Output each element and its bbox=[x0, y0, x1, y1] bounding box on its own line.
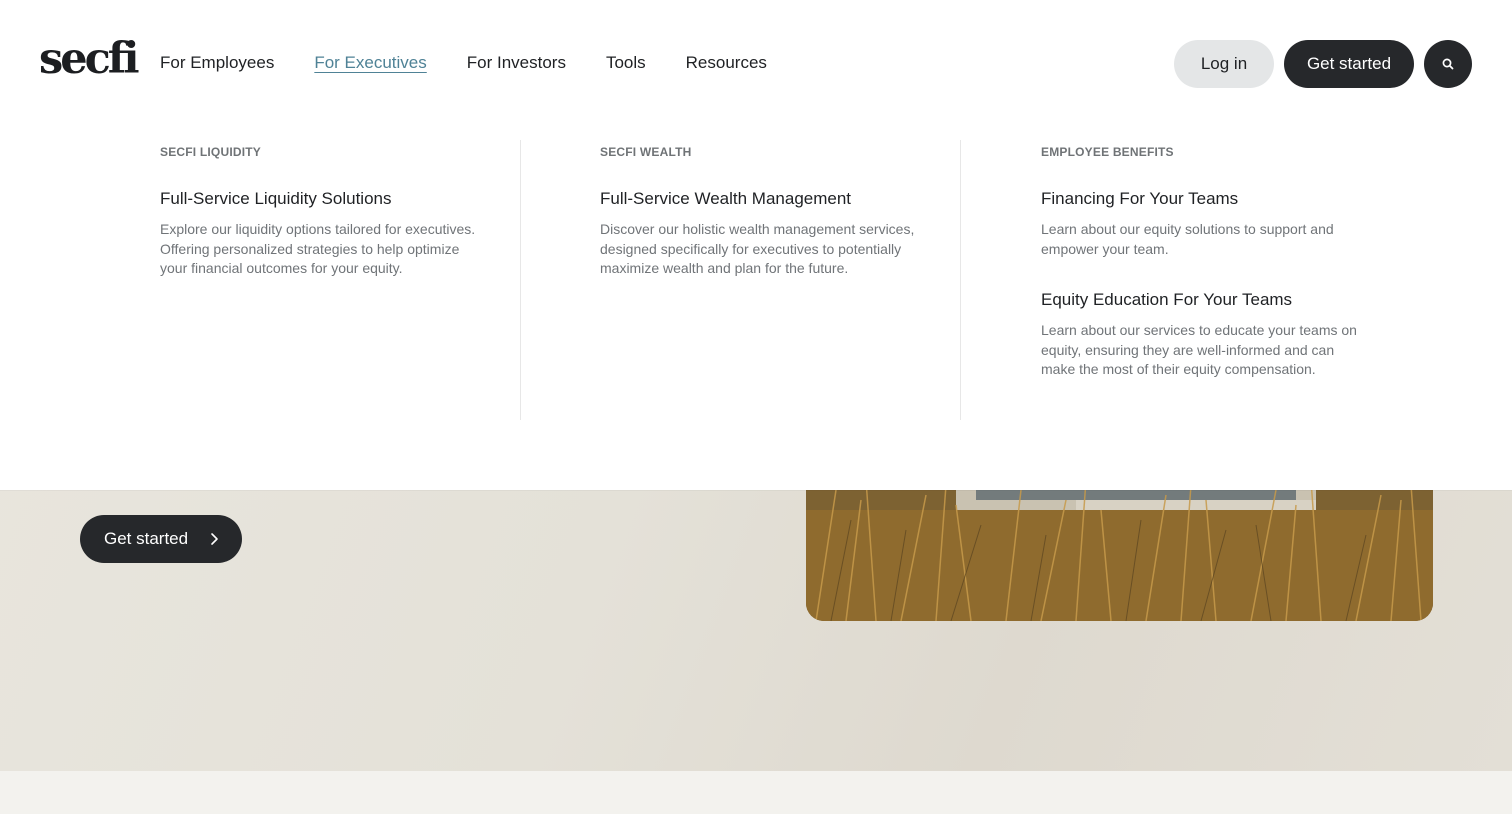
column-heading: EMPLOYEE BENEFITS bbox=[1041, 145, 1174, 159]
main-nav: For Employees For Executives For Investo… bbox=[160, 50, 767, 76]
menu-item-description: Explore our liquidity options tailored f… bbox=[160, 221, 476, 276]
menu-item-description: Learn about our equity solutions to supp… bbox=[1041, 221, 1334, 257]
chevron-right-icon bbox=[211, 533, 218, 545]
nav-item-tools[interactable]: Tools bbox=[606, 51, 646, 75]
get-started-button[interactable]: Get started bbox=[1284, 40, 1414, 88]
menu-item-liquidity-solutions[interactable]: Full-Service Liquidity Solutions Explore… bbox=[160, 188, 480, 279]
menu-column-wealth: SECFI WEALTH Full-Service Wealth Managem… bbox=[600, 140, 930, 420]
menu-item-financing-teams[interactable]: Financing For Your Teams Learn about our… bbox=[1041, 188, 1371, 259]
nav-item-for-investors[interactable]: For Investors bbox=[467, 51, 566, 75]
column-heading: SECFI WEALTH bbox=[600, 145, 692, 159]
column-divider bbox=[520, 140, 521, 420]
search-icon bbox=[1442, 58, 1454, 70]
menu-item-title[interactable]: Equity Education For Your Teams bbox=[1041, 289, 1371, 311]
search-button[interactable] bbox=[1424, 40, 1472, 88]
nav-item-for-employees[interactable]: For Employees bbox=[160, 51, 274, 75]
column-divider bbox=[960, 140, 961, 420]
logo[interactable]: secfi bbox=[39, 36, 140, 82]
hero-get-started-label: Get started bbox=[104, 529, 189, 548]
menu-item-title[interactable]: Financing For Your Teams bbox=[1041, 188, 1371, 210]
menu-column-employee-benefits: EMPLOYEE BENEFITS Financing For Your Tea… bbox=[1041, 140, 1371, 420]
menu-item-title[interactable]: Full-Service Liquidity Solutions bbox=[160, 188, 480, 210]
footer-strip bbox=[0, 771, 1512, 814]
menu-item-description: Discover our holistic wealth management … bbox=[600, 221, 915, 276]
mega-menu-panel: secfi For Employees For Executives For I… bbox=[0, 0, 1512, 490]
login-button[interactable]: Log in bbox=[1174, 40, 1274, 88]
menu-item-title[interactable]: Full-Service Wealth Management bbox=[600, 188, 930, 210]
nav-item-for-executives[interactable]: For Executives bbox=[314, 51, 426, 75]
column-heading: SECFI LIQUIDITY bbox=[160, 145, 262, 159]
hero-get-started-button[interactable]: Get started bbox=[80, 515, 242, 563]
building-grass-photo bbox=[806, 470, 1433, 621]
menu-item-wealth-management[interactable]: Full-Service Wealth Management Discover … bbox=[600, 188, 930, 279]
menu-item-description: Learn about our services to educate your… bbox=[1041, 322, 1357, 377]
hero-image bbox=[806, 470, 1433, 621]
nav-item-resources[interactable]: Resources bbox=[686, 51, 767, 75]
menu-item-equity-education[interactable]: Equity Education For Your Teams Learn ab… bbox=[1041, 289, 1371, 380]
menu-column-liquidity: SECFI LIQUIDITY Full-Service Liquidity S… bbox=[160, 140, 480, 420]
